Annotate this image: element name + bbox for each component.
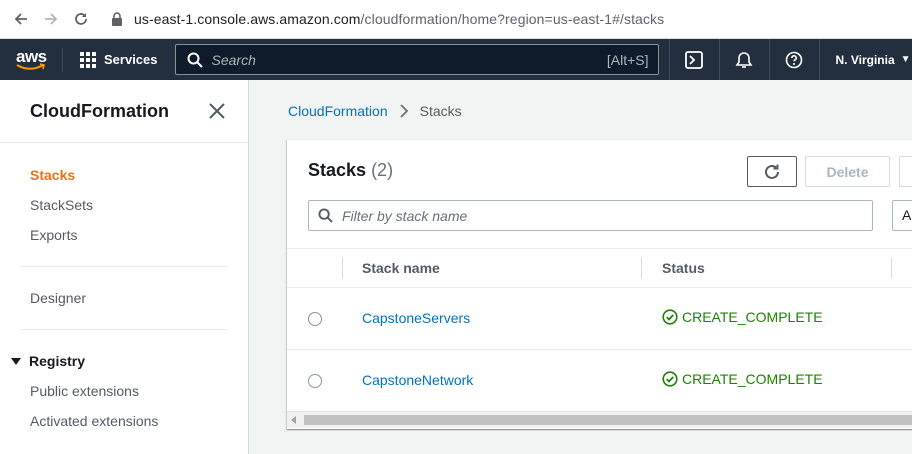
services-menu-button[interactable]: Services [80,51,158,68]
side-nav-list: Stacks StackSets Exports Designer Regist… [0,143,248,436]
column-header-stack-name[interactable]: Stack name [362,260,440,276]
column-header-status[interactable]: Status [662,260,705,276]
column-divider [342,258,343,278]
sidebar-section-registry[interactable]: Registry [0,346,248,376]
side-nav-header: CloudFormation [0,80,248,143]
url-path: /cloudformation/home?region=us-east-1#/s… [360,11,665,27]
stack-status-text: CREATE_COMPLETE [682,371,823,387]
scroll-left-arrow-icon[interactable] [291,416,296,424]
cloudshell-button[interactable] [668,39,719,80]
delete-button[interactable]: Delete [805,156,890,187]
back-arrow-icon[interactable] [6,4,36,34]
chevron-right-icon [399,104,408,118]
search-icon [318,208,333,223]
sidebar-item-designer[interactable]: Designer [0,283,248,313]
region-label: N. Virginia [835,52,895,67]
table-row[interactable]: CapstoneNetwork CREATE_COMPLETE [287,350,912,412]
check-circle-icon [662,371,678,387]
breadcrumb-cloudformation-link[interactable]: CloudFormation [288,103,388,119]
stack-status-text: CREATE_COMPLETE [682,309,823,325]
close-icon[interactable] [208,102,226,120]
side-nav-title[interactable]: CloudFormation [30,101,169,122]
stacks-table: Stack name Status CapstoneServers CREATE… [287,248,912,412]
sidebar-item-public-extensions[interactable]: Public extensions [0,376,248,406]
breadcrumb-current: Stacks [419,103,462,119]
row-select-radio[interactable] [308,374,322,388]
side-navigation: CloudFormation Stacks StackSets Exports … [0,80,249,454]
reload-icon[interactable] [66,4,96,34]
sidebar-item-exports[interactable]: Exports [0,220,248,250]
stack-actions-button[interactable] [899,156,912,187]
expand-triangle-icon [11,357,21,365]
browser-toolbar: us-east-1.console.aws.amazon.com/cloudfo… [0,0,912,39]
aws-top-nav: aws Services [Alt+S] N. Virginia ▼ [0,39,912,80]
search-icon [187,52,203,68]
url-host: us-east-1.console.aws.amazon.com [134,11,361,27]
nav-divider [62,47,63,72]
global-search-input[interactable] [211,51,607,68]
column-divider[interactable] [891,258,892,278]
help-button[interactable] [768,39,819,80]
table-row[interactable]: CapstoneServers CREATE_COMPLETE [287,288,912,350]
side-divider [20,266,228,267]
column-divider[interactable] [641,258,642,278]
filter-stack-name-input[interactable] [342,207,872,224]
status-filter-select[interactable]: Ac [892,200,912,231]
region-selector[interactable]: N. Virginia ▼ [818,39,911,80]
forward-arrow-icon[interactable] [36,4,66,34]
panel-title-text: Stacks [308,160,367,180]
panel-title: Stacks (2) [308,160,393,181]
caret-down-icon: ▼ [900,54,911,65]
global-search-box[interactable]: [Alt+S] [174,44,659,75]
table-header: Stack name Status [287,248,912,288]
help-icon [785,51,803,68]
notifications-button[interactable] [718,39,769,80]
stacks-panel: Stacks (2) Delete Ac Stack name Status C… [287,139,912,429]
lock-icon[interactable] [110,12,124,26]
aws-logo[interactable]: aws [15,46,48,74]
services-label: Services [104,52,158,67]
bell-icon [735,51,753,68]
filter-box[interactable] [308,200,873,231]
address-bar[interactable]: us-east-1.console.aws.amazon.com/cloudfo… [134,11,664,27]
stack-count: (2) [371,160,394,180]
sidebar-item-activated-extensions[interactable]: Activated extensions [0,406,248,436]
services-grid-icon [80,51,96,68]
side-divider [20,329,228,330]
sidebar-item-stacksets[interactable]: StackSets [0,190,248,220]
check-circle-icon [662,309,678,325]
stack-name-link[interactable]: CapstoneServers [362,310,470,326]
refresh-icon [765,164,779,179]
row-select-radio[interactable] [308,312,322,326]
horizontal-scrollbar[interactable] [287,411,912,428]
cloudshell-icon [685,50,703,69]
stack-status: CREATE_COMPLETE [662,371,823,387]
search-shortcut-hint: [Alt+S] [606,51,649,68]
sidebar-item-stacks[interactable]: Stacks [0,160,248,190]
registry-label: Registry [29,353,86,369]
stack-status: CREATE_COMPLETE [662,309,823,325]
stack-name-link[interactable]: CapstoneNetwork [362,372,473,388]
scrollbar-thumb[interactable] [304,415,912,425]
breadcrumb: CloudFormation Stacks [288,101,462,121]
refresh-button[interactable] [747,156,797,187]
